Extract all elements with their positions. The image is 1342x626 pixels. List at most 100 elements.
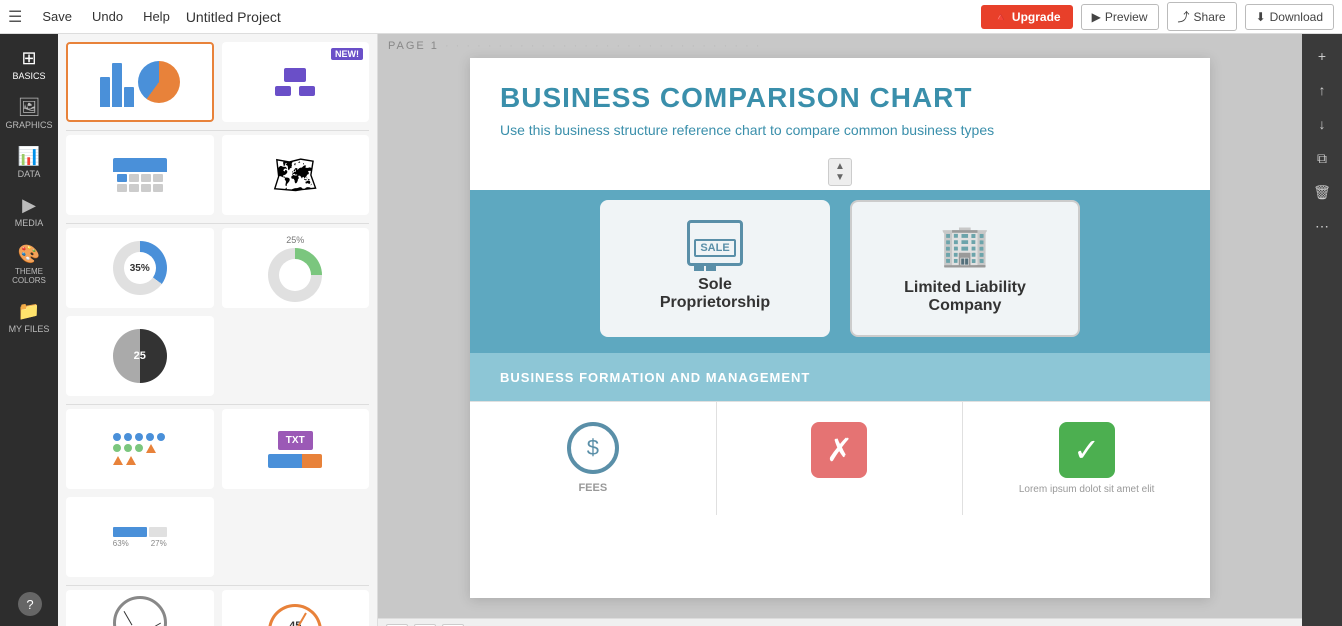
panel-item-gauge-premium[interactable]: 45 min Premium bbox=[222, 590, 370, 626]
canvas-top-bar: PAGE 1 · · · · · · · · · · · · · · · · ·… bbox=[378, 34, 1302, 58]
share-icon: ⤴ bbox=[1178, 8, 1190, 25]
panel-item-world-map[interactable]: 🗺 bbox=[222, 135, 370, 215]
sidebar-item-graphics[interactable]: 🖼 GRAPHICS bbox=[3, 91, 55, 136]
ig-card-sole-proprietorship[interactable]: SALE Sole Proprietorship bbox=[600, 200, 830, 337]
theme-colors-icon: 🎨 bbox=[18, 244, 40, 265]
sidebar-item-media[interactable]: ▶ MEDIA bbox=[3, 189, 55, 234]
panel-item-clock-premium[interactable]: Premium bbox=[66, 590, 214, 626]
share-button[interactable]: ⤴ Share bbox=[1167, 2, 1237, 31]
help-circle-button[interactable]: ? bbox=[18, 592, 42, 616]
panel-item-donut-35[interactable]: 35% bbox=[66, 228, 214, 308]
red-x-icon: ✗ bbox=[811, 422, 867, 478]
world-map-icon: 🗺 bbox=[272, 154, 318, 196]
panel-grid-row1: NEW! bbox=[66, 42, 369, 122]
donut-chart-35: 35% bbox=[113, 241, 167, 295]
panel-grid-row4: TXT 63% 27% bbox=[66, 409, 369, 577]
panel-grid-row3: 35% 25% 25 bbox=[66, 228, 369, 396]
preview-button[interactable]: ▶ Preview bbox=[1081, 4, 1159, 30]
delete-button[interactable]: 🗑 bbox=[1306, 176, 1338, 208]
panel-divider-2 bbox=[66, 223, 369, 224]
icon-sidebar: ⊞ BASICS 🖼 GRAPHICS 📊 DATA ▶ MEDIA 🎨 THE… bbox=[0, 34, 58, 626]
fees-label: FEES bbox=[578, 482, 607, 494]
new-badge: NEW! bbox=[331, 48, 363, 60]
donut-25-label: 25% bbox=[286, 235, 304, 245]
org-chart-mini bbox=[275, 68, 315, 96]
page-label: PAGE 1 · · · · · · · · · · · · · · · · ·… bbox=[388, 40, 761, 52]
panel-divider-4 bbox=[66, 585, 369, 586]
sole-proprietorship-icon: SALE bbox=[687, 220, 743, 266]
sidebar-item-my-files[interactable]: 📁 MY FILES bbox=[3, 295, 55, 340]
lorem-text: Lorem ipsum dolot sit amet elit bbox=[1019, 484, 1155, 495]
graphics-icon: 🖼 bbox=[18, 97, 41, 118]
stacked-bar-icon bbox=[268, 454, 322, 468]
ig-header: BUSINESS COMPARISON CHART Use this busin… bbox=[470, 58, 1210, 154]
data-icon: 📊 bbox=[18, 146, 40, 167]
ig-cards-row: SALE Sole Proprietorship bbox=[470, 190, 1210, 353]
sidebar-item-label: MEDIA bbox=[15, 218, 44, 228]
ig-section-label: BUSINESS FORMATION AND MANAGEMENT bbox=[500, 370, 810, 385]
my-files-icon: 📁 bbox=[18, 301, 40, 322]
panel-item-dots[interactable] bbox=[66, 409, 214, 489]
ig-data-cell-fees: $ FEES bbox=[470, 402, 717, 515]
panel-item-chart-combo[interactable] bbox=[66, 42, 214, 122]
progress-bar-labeled-icon: 63% 27% bbox=[113, 527, 167, 548]
sidebar-item-label: BASICS bbox=[12, 71, 45, 81]
panel-item-org-chart[interactable]: NEW! bbox=[222, 42, 370, 122]
preview-icon: ▶ bbox=[1092, 10, 1101, 24]
hamburger-icon[interactable]: ☰ bbox=[8, 7, 22, 27]
bottom-bar: − + ⟳ 92% bbox=[378, 618, 1302, 626]
gauge-chart-25: 25 bbox=[113, 329, 167, 383]
download-icon: ⬇ bbox=[1256, 10, 1266, 24]
main-area: ⊞ BASICS 🖼 GRAPHICS 📊 DATA ▶ MEDIA 🎨 THE… bbox=[0, 34, 1342, 626]
move-down-button[interactable]: ↓ bbox=[1306, 108, 1338, 140]
infographic-card[interactable]: BUSINESS COMPARISON CHART Use this busin… bbox=[470, 58, 1210, 598]
canvas-content: BUSINESS COMPARISON CHART Use this busin… bbox=[378, 58, 1302, 618]
panel: NEW! bbox=[58, 34, 378, 626]
panel-grid-row2: 🗺 bbox=[66, 135, 369, 215]
add-element-button[interactable]: + bbox=[1306, 40, 1338, 72]
panel-item-progress-labeled[interactable]: 63% 27% bbox=[66, 497, 214, 577]
media-icon: ▶ bbox=[22, 195, 36, 216]
pie-chart-mini bbox=[138, 61, 180, 103]
sidebar-item-theme-colors[interactable]: 🎨 THEME COLORS bbox=[3, 238, 55, 291]
ig-subtitle: Use this business structure reference ch… bbox=[500, 122, 1180, 138]
upgrade-icon: 🔺 bbox=[993, 10, 1008, 24]
scroll-arrows: ▲ ▼ bbox=[828, 158, 852, 186]
sidebar-item-data[interactable]: 📊 DATA bbox=[3, 140, 55, 185]
move-up-button[interactable]: ↑ bbox=[1306, 74, 1338, 106]
save-button[interactable]: Save bbox=[34, 5, 80, 28]
text-block-icon: TXT bbox=[278, 431, 313, 450]
donut-chart-25 bbox=[268, 248, 322, 302]
panel-divider-1 bbox=[66, 130, 369, 131]
donut-value: 35% bbox=[124, 252, 156, 284]
green-check-icon: ✓ bbox=[1059, 422, 1115, 478]
upgrade-button[interactable]: 🔺 Upgrade bbox=[981, 5, 1073, 29]
right-toolbar: + ↑ ↓ ⧉ 🗑 ⋯ bbox=[1302, 34, 1342, 626]
project-title: Untitled Project bbox=[186, 9, 281, 25]
ig-card-llc[interactable]: 🏢 Limited Liability Company bbox=[850, 200, 1080, 337]
more-options-button[interactable]: ⋯ bbox=[1306, 210, 1338, 242]
download-button[interactable]: ⬇ Download bbox=[1245, 4, 1334, 30]
help-button[interactable]: Help bbox=[135, 5, 178, 28]
llc-title: Limited Liability Company bbox=[904, 279, 1026, 315]
panel-item-text-bar[interactable]: TXT bbox=[222, 409, 370, 489]
dollar-icon: $ bbox=[567, 422, 619, 474]
panel-divider-3 bbox=[66, 404, 369, 405]
basics-icon: ⊞ bbox=[21, 48, 36, 69]
sidebar-item-label: MY FILES bbox=[9, 324, 50, 334]
duplicate-button[interactable]: ⧉ bbox=[1306, 142, 1338, 174]
ig-section-bar: BUSINESS FORMATION AND MANAGEMENT bbox=[470, 353, 1210, 401]
panel-item-calendar[interactable] bbox=[66, 135, 214, 215]
sidebar-item-label: DATA bbox=[18, 169, 41, 179]
sidebar-item-basics[interactable]: ⊞ BASICS bbox=[3, 42, 55, 87]
undo-button[interactable]: Undo bbox=[84, 5, 131, 28]
ig-data-cell-col2: ✗ bbox=[717, 402, 964, 515]
calendar-mini bbox=[113, 158, 167, 192]
chart-combo-icon bbox=[100, 57, 180, 107]
section-arrow-icon bbox=[818, 365, 832, 389]
panel-item-gauge-25[interactable]: 25 bbox=[66, 316, 214, 396]
ig-data-cell-col3: ✓ Lorem ipsum dolot sit amet elit bbox=[963, 402, 1210, 515]
bar-chart-mini bbox=[100, 57, 134, 107]
panel-item-donut-25[interactable]: 25% bbox=[222, 228, 370, 308]
ig-scroll-hint[interactable]: ▲ ▼ bbox=[810, 158, 870, 186]
